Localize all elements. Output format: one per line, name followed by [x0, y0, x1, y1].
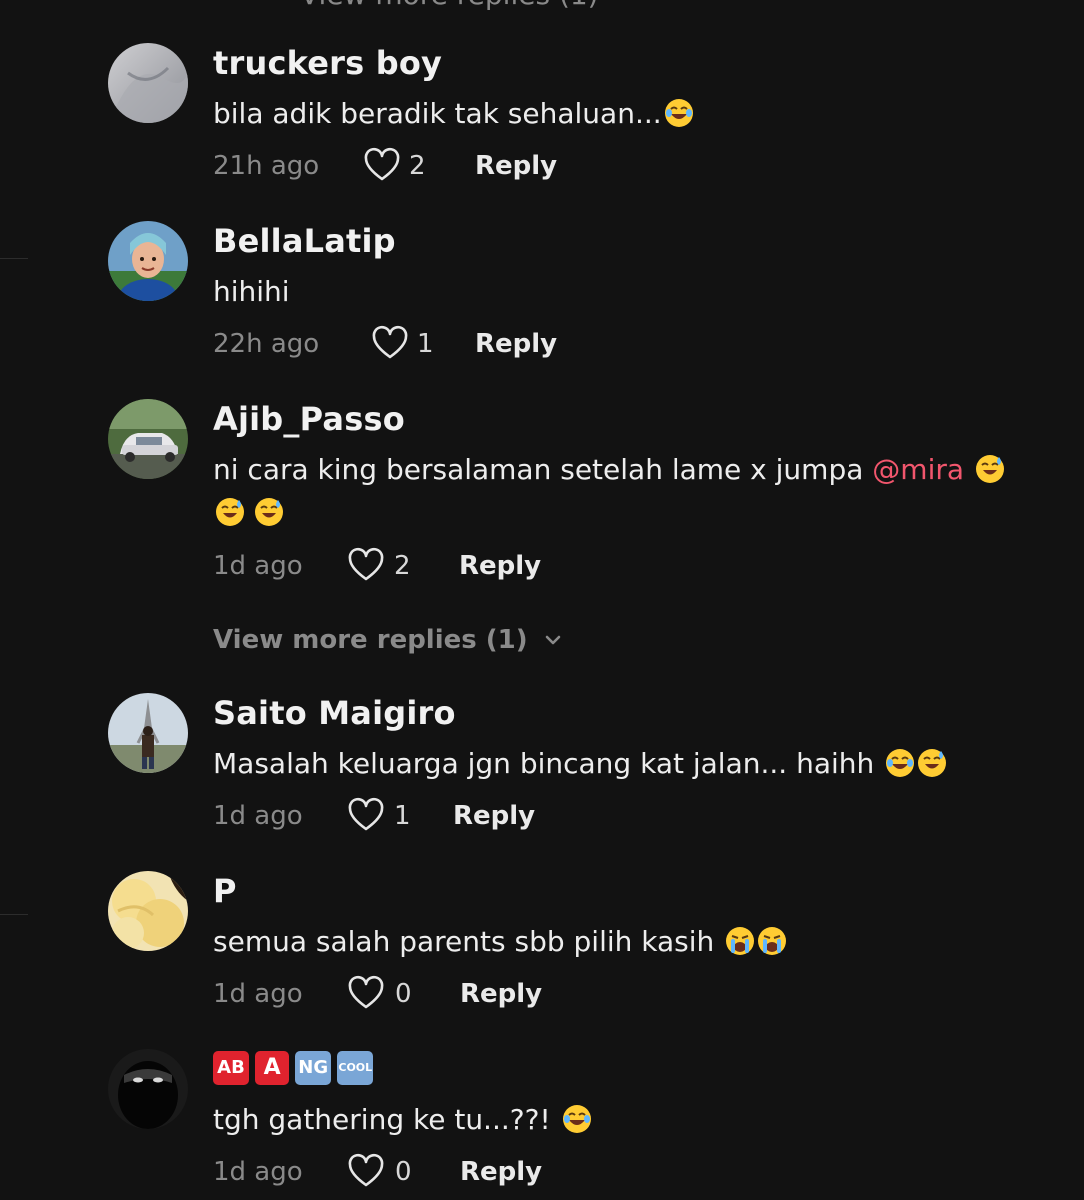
reply-button[interactable]: Reply	[460, 1157, 542, 1187]
like-count: 2	[394, 551, 411, 581]
avatar[interactable]	[108, 43, 188, 123]
badge-cool: COOL	[337, 1051, 374, 1085]
sweat-smile-emoji	[216, 498, 244, 526]
comment-text: Masalah keluarga jgn bincang kat jalan..…	[213, 742, 1033, 785]
like-count: 1	[394, 801, 411, 831]
username[interactable]: BellaLatip	[213, 222, 396, 260]
badge-ng: NG	[295, 1051, 332, 1085]
heart-icon[interactable]	[347, 547, 385, 585]
reply-button[interactable]: Reply	[453, 801, 535, 831]
comments-panel: View more replies (1) truckers boy bila …	[0, 0, 1084, 1200]
avatar[interactable]	[108, 871, 188, 951]
heart-icon[interactable]	[363, 147, 401, 185]
mention-link[interactable]: @mira	[872, 453, 964, 486]
comment-text: ni cara king bersalaman setelah lame x j…	[213, 448, 1033, 534]
comment-text: tgh gathering ke tu...??!	[213, 1098, 1033, 1141]
heart-icon[interactable]	[371, 325, 409, 363]
username[interactable]: Ajib_Passo	[213, 400, 405, 438]
sob-emoji	[726, 927, 755, 955]
timestamp: 1d ago	[213, 979, 303, 1009]
sweat-smile-emoji	[975, 455, 1004, 483]
like-count: 0	[395, 979, 412, 1009]
badge-ab: AB	[213, 1051, 249, 1085]
view-more-replies-cut[interactable]: View more replies (1)	[300, 0, 599, 11]
avatar[interactable]	[108, 1049, 188, 1129]
timestamp: 1d ago	[213, 801, 303, 831]
joy-emoji	[886, 749, 915, 777]
heart-icon[interactable]	[347, 1153, 385, 1191]
timestamp: 21h ago	[213, 151, 320, 181]
timestamp: 1d ago	[213, 551, 303, 581]
comment-text: hihihi	[213, 275, 290, 308]
avatar[interactable]	[108, 221, 188, 301]
comment-text: semua salah parents sbb pilih kasih	[213, 920, 1033, 963]
view-more-replies[interactable]: View more replies (1)	[213, 625, 564, 655]
avatar[interactable]	[108, 399, 188, 479]
divider	[0, 258, 28, 259]
username[interactable]: Saito Maigiro	[213, 694, 456, 732]
like-count: 2	[409, 151, 426, 181]
username-badges[interactable]: AB A NG COOL	[213, 1051, 374, 1087]
sweat-smile-emoji	[918, 749, 947, 777]
joy-emoji	[562, 1105, 591, 1133]
timestamp: 22h ago	[213, 329, 320, 359]
username[interactable]: P	[213, 872, 237, 910]
timestamp: 1d ago	[213, 1157, 303, 1187]
reply-button[interactable]: Reply	[475, 329, 557, 359]
joy-emoji	[664, 99, 693, 127]
comment-text: bila adik beradik tak sehaluan...	[213, 92, 1033, 135]
sweat-smile-emoji	[254, 498, 283, 526]
heart-icon[interactable]	[347, 797, 385, 835]
reply-button[interactable]: Reply	[459, 551, 541, 581]
reply-button[interactable]: Reply	[475, 151, 557, 181]
chevron-down-icon	[545, 635, 560, 645]
like-count: 1	[417, 329, 434, 359]
like-count: 0	[395, 1157, 412, 1187]
username[interactable]: truckers boy	[213, 44, 442, 82]
reply-button[interactable]: Reply	[460, 979, 542, 1009]
divider	[0, 914, 28, 915]
badge-a: A	[255, 1051, 290, 1085]
heart-icon[interactable]	[347, 975, 385, 1013]
sob-emoji	[758, 927, 787, 955]
avatar[interactable]	[108, 693, 188, 773]
